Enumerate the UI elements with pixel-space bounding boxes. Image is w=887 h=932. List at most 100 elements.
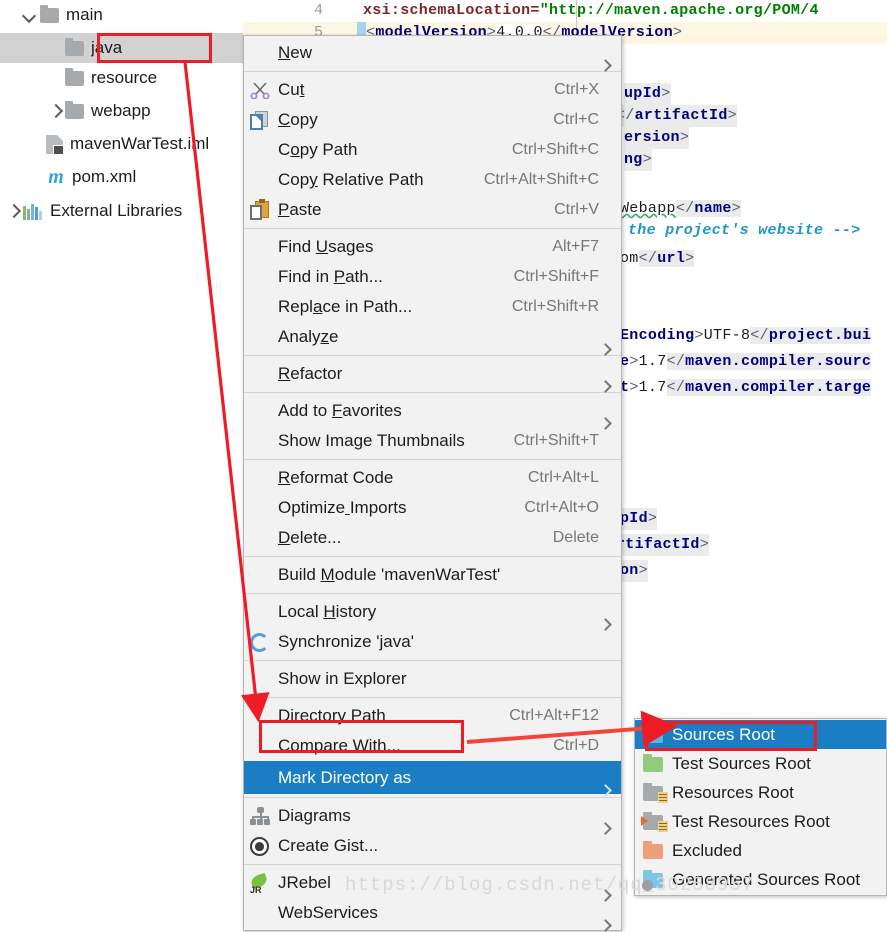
menu-item-show-in-explorer[interactable]: Show in Explorer [244, 664, 621, 694]
folder-icon [40, 4, 59, 23]
code-line: ng> [624, 149, 652, 171]
submenu-item-test-resources-root[interactable]: Test Resources Root [635, 807, 886, 836]
submenu-item-resources-root[interactable]: Resources Root [635, 778, 886, 807]
submenu-item-label: Excluded [672, 840, 742, 860]
code-line: t>1.7</maven.compiler.targe [620, 379, 872, 396]
menu-item-cut[interactable]: Cut Ctrl+X [244, 75, 621, 105]
tree-item-external-libraries[interactable]: External Libraries [0, 196, 243, 226]
tree-item-pom-xml[interactable]: m pom.xml [0, 162, 243, 192]
menu-item-copy-relative-path[interactable]: Copy Relative Path Ctrl+Alt+Shift+C [244, 165, 621, 195]
menu-item-icon-slot [248, 363, 274, 385]
submenu-item-label: Sources Root [672, 724, 775, 744]
menu-item-icon-slot [248, 497, 274, 519]
submenu-item-sources-root[interactable]: Sources Root [635, 720, 886, 749]
menu-item-icon-slot [248, 668, 274, 690]
chevron-right-icon[interactable] [5, 203, 21, 219]
menu-item-icon-slot [248, 326, 274, 348]
menu-item-compare-with[interactable]: Compare With... Ctrl+D [244, 731, 621, 761]
watermark-text: https://blog.csdn.net/qq_30258957 [345, 874, 755, 896]
menu-item-label: Paste [278, 200, 322, 219]
code-line: e>1.7</maven.compiler.sourc [620, 353, 872, 370]
gist-icon [248, 835, 274, 857]
submenu-item-excluded[interactable]: Excluded [635, 836, 886, 865]
folder-icon [65, 67, 84, 86]
menu-item-copy-path[interactable]: Copy Path Ctrl+Shift+C [244, 135, 621, 165]
menu-item-delete[interactable]: Delete... Delete [244, 523, 621, 553]
menu-separator [244, 355, 621, 356]
menu-item-label: Analyze [278, 327, 339, 346]
submenu-item-test-sources-root[interactable]: Test Sources Root [635, 749, 886, 778]
code-line: Webapp</name> [620, 200, 741, 217]
menu-item-shortcut: Ctrl+C [553, 111, 599, 128]
menu-item-synchronize-java[interactable]: Synchronize 'java' [244, 627, 621, 657]
menu-item-add-to-favorites[interactable]: Add to Favorites [244, 396, 621, 426]
code-line: rtifactId> [616, 534, 710, 556]
menu-separator [244, 392, 621, 393]
menu-item-icon-slot [248, 296, 274, 318]
menu-item-find-in-path[interactable]: Find in Path... Ctrl+Shift+F [244, 262, 621, 292]
menu-item-replace-in-path[interactable]: Replace in Path... Ctrl+Shift+R [244, 292, 621, 322]
java-folder-highlight-box [97, 33, 212, 63]
menu-item-refactor[interactable]: Refactor [244, 359, 621, 389]
menu-item-mark-directory-as[interactable]: Mark Directory as [244, 761, 621, 794]
project-tree-panel[interactable]: main java resource webapp mavenWarTest.iml m p… [0, 0, 243, 907]
tree-item-label: main [66, 5, 103, 24]
code-line: </artifactId> [616, 105, 737, 127]
context-menu[interactable]: New Cut Ctrl+X Copy Ctrl+C Copy Path Ctrl+Shif… [243, 35, 622, 931]
mark-directory-as-submenu[interactable]: Sources Root Test Sources Root Resources R… [634, 718, 887, 896]
jrebel-icon: JR [248, 872, 274, 895]
submenu-item-label: Test Resources Root [672, 811, 830, 831]
menu-item-directory-path[interactable]: Directory Path Ctrl+Alt+F12 [244, 701, 621, 731]
menu-item-icon-slot [248, 467, 274, 489]
paste-icon [248, 199, 274, 221]
code-line: om</url> [620, 250, 695, 267]
menu-item-local-history[interactable]: Local History [244, 597, 621, 627]
chevron-down-icon[interactable] [22, 7, 38, 23]
menu-item-label: Refactor [278, 364, 343, 383]
menu-item-label: Synchronize 'java' [278, 632, 414, 651]
maven-m-icon: m [48, 166, 64, 188]
tree-item-main[interactable]: main [0, 0, 243, 30]
menu-item-build-module-mavenwartest[interactable]: Build Module 'mavenWarTest' [244, 560, 621, 590]
menu-separator [244, 556, 621, 557]
copy-icon [248, 109, 274, 131]
menu-item-diagrams[interactable]: Diagrams [244, 801, 621, 831]
menu-item-create-gist[interactable]: Create Gist... [244, 831, 621, 861]
menu-item-shortcut: Ctrl+X [554, 81, 599, 98]
menu-item-icon-slot [248, 42, 274, 64]
menu-item-icon-slot [248, 902, 274, 924]
menu-item-new[interactable]: New [244, 38, 621, 68]
menu-item-find-usages[interactable]: Find Usages Alt+F7 [244, 232, 621, 262]
tree-item-resource[interactable]: resource [0, 63, 243, 93]
menu-item-shortcut: Ctrl+D [553, 737, 599, 754]
menu-item-copy[interactable]: Copy Ctrl+C [244, 105, 621, 135]
folder-icon [641, 840, 667, 861]
menu-item-paste[interactable]: Paste Ctrl+V [244, 195, 621, 225]
menu-item-webservices[interactable]: WebServices [244, 898, 621, 928]
tree-item-label: mavenWarTest.iml [70, 134, 210, 153]
menu-item-label: Copy [278, 110, 318, 129]
tree-item-webapp[interactable]: webapp [0, 96, 243, 126]
menu-item-analyze[interactable]: Analyze [244, 322, 621, 352]
folder-icon [641, 782, 668, 803]
menu-item-reformat-code[interactable]: Reformat Code Ctrl+Alt+L [244, 463, 621, 493]
menu-item-shortcut: Ctrl+Alt+O [524, 499, 599, 516]
chevron-right-icon[interactable] [47, 103, 63, 119]
menu-item-shortcut: Ctrl+Shift+R [511, 298, 599, 315]
menu-item-label: Mark Directory as [278, 767, 412, 787]
code-line: upId> [624, 83, 671, 105]
menu-item-optimize-imports[interactable]: Optimize Imports Ctrl+Alt+O [244, 493, 621, 523]
menu-item-label: Reformat Code [278, 468, 394, 487]
menu-item-icon-slot [248, 266, 274, 288]
menu-item-label: WebServices [278, 903, 378, 922]
menu-item-label: Diagrams [278, 806, 351, 825]
menu-item-icon-slot [248, 169, 274, 191]
menu-item-shortcut: Delete [552, 529, 599, 546]
menu-item-shortcut: Ctrl+V [554, 201, 599, 218]
tree-item-mavenwartest-iml[interactable]: mavenWarTest.iml [0, 129, 243, 159]
menu-separator [244, 864, 621, 865]
menu-item-show-image-thumbnails[interactable]: Show Image Thumbnails Ctrl+Shift+T [244, 426, 621, 456]
